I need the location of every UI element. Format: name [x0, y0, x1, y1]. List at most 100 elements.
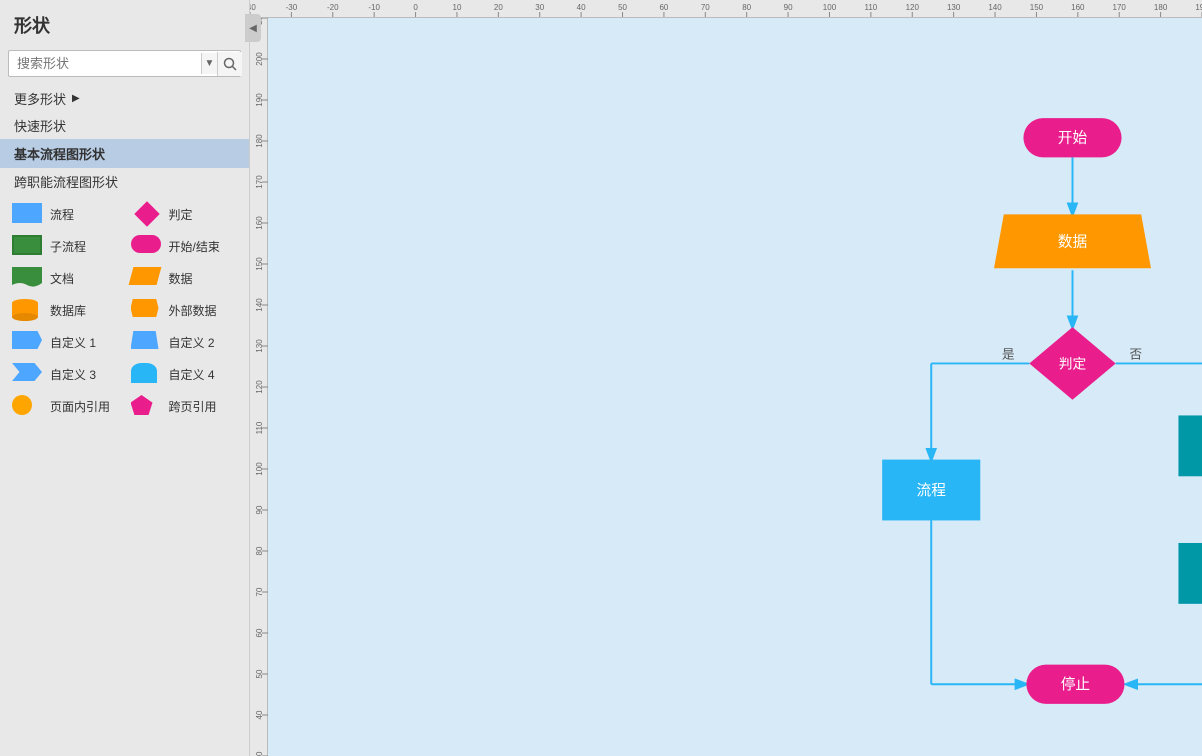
quick-shapes-section[interactable]: 快速形状 — [0, 112, 249, 139]
svg-text:130: 130 — [255, 339, 264, 353]
shape-item-custom4[interactable]: 自定义 4 — [127, 361, 242, 387]
database-shape — [12, 299, 38, 321]
decision-shape — [134, 201, 159, 226]
node-start-label: 开始 — [1058, 130, 1088, 147]
basic-flowchart-section[interactable]: 基本流程图形状 — [0, 139, 249, 168]
shape-item-decision[interactable]: 判定 — [127, 201, 242, 227]
svg-text:40: 40 — [577, 3, 586, 12]
page-ref-shape-icon — [12, 395, 44, 417]
svg-text:40: 40 — [255, 710, 264, 719]
shape-item-page-ref[interactable]: 页面内引用 — [8, 393, 123, 419]
svg-text:-30: -30 — [286, 3, 298, 12]
shape-item-document[interactable]: 文档 — [8, 265, 123, 291]
page-ref-shape — [12, 395, 32, 415]
shape-item-custom3[interactable]: 自定义 3 — [8, 361, 123, 387]
search-button[interactable] — [217, 52, 242, 76]
cross-functional-label: 跨职能流程图形状 — [14, 175, 118, 190]
no-label: 否 — [1129, 347, 1142, 362]
document-shape — [12, 267, 42, 289]
custom4-shape — [131, 363, 157, 383]
decision-shape-icon — [131, 203, 163, 225]
search-icon — [223, 57, 237, 71]
sidebar-title: 形状 — [0, 0, 249, 46]
custom4-label: 自定义 4 — [169, 366, 215, 383]
svg-text:110: 110 — [255, 421, 264, 434]
shape-item-external-data[interactable]: 外部数据 — [127, 297, 242, 323]
decision-label: 判定 — [169, 206, 193, 223]
svg-text:180: 180 — [1154, 3, 1168, 12]
svg-text:90: 90 — [255, 505, 264, 514]
quick-shapes-label: 快速形状 — [14, 119, 66, 134]
ruler-left-svg: 2102001901801701601501401301201101009080… — [250, 18, 268, 756]
startstop-shape-icon — [131, 235, 163, 257]
subprocess-shape — [12, 235, 42, 255]
svg-text:200: 200 — [255, 52, 264, 66]
canvas-content[interactable]: 是 否 开始 数据 判定 流程 流程 — [268, 18, 1202, 756]
node-data-label: 数据 — [1058, 234, 1088, 251]
node-process2-shape[interactable] — [1178, 415, 1202, 476]
external-data-shape-icon — [131, 299, 163, 321]
process-label: 流程 — [50, 206, 74, 223]
custom1-label: 自定义 1 — [50, 334, 96, 351]
svg-text:80: 80 — [255, 546, 264, 555]
svg-text:50: 50 — [255, 669, 264, 678]
shape-item-cross-page-ref[interactable]: 跨页引用 — [127, 393, 242, 419]
more-shapes-arrow: ▶ — [72, 93, 80, 104]
process-shape-icon — [12, 203, 44, 225]
process-shape — [12, 203, 42, 223]
custom1-shape-icon — [12, 331, 44, 353]
cross-page-ref-label: 跨页引用 — [169, 398, 217, 415]
custom3-shape — [12, 363, 42, 381]
shape-item-startstop[interactable]: 开始/结束 — [127, 233, 242, 259]
custom2-shape-icon — [131, 331, 163, 353]
custom3-label: 自定义 3 — [50, 366, 96, 383]
svg-text:170: 170 — [255, 175, 264, 189]
canvas-area: // Rendered inline via template -40-30-2… — [250, 0, 1202, 756]
svg-text:80: 80 — [742, 3, 751, 12]
document-label: 文档 — [50, 270, 74, 287]
custom2-label: 自定义 2 — [169, 334, 215, 351]
data-shape — [128, 267, 161, 285]
startstop-label: 开始/结束 — [169, 238, 220, 255]
custom1-shape — [12, 331, 42, 349]
custom4-shape-icon — [131, 363, 163, 385]
svg-text:160: 160 — [255, 216, 264, 230]
svg-text:140: 140 — [988, 3, 1002, 12]
ruler-left: 2102001901801701601501401301201101009080… — [250, 18, 268, 756]
yes-label: 是 — [1002, 347, 1015, 362]
subprocess-shape-icon — [12, 235, 44, 257]
svg-text:20: 20 — [494, 3, 503, 12]
shape-item-database[interactable]: 数据库 — [8, 297, 123, 323]
ruler-top-inner: // Rendered inline via template -40-30-2… — [250, 0, 1202, 17]
subprocess-label: 子流程 — [50, 238, 86, 255]
svg-text:180: 180 — [255, 134, 264, 148]
search-input[interactable] — [9, 51, 201, 76]
shape-item-process[interactable]: 流程 — [8, 201, 123, 227]
database-label: 数据库 — [50, 302, 86, 319]
more-shapes-label: 更多形状 — [14, 89, 66, 108]
external-data-shape — [131, 299, 159, 317]
more-shapes-item[interactable]: 更多形状 ▶ — [0, 85, 249, 112]
sidebar: 形状 ▼ 更多形状 ▶ 快速形状 基本流程图形状 跨职能 — [0, 0, 250, 756]
page-ref-label: 页面内引用 — [50, 398, 110, 415]
cross-functional-section[interactable]: 跨职能流程图形状 — [0, 168, 249, 195]
shape-item-data[interactable]: 数据 — [127, 265, 242, 291]
shape-item-custom1[interactable]: 自定义 1 — [8, 329, 123, 355]
cross-page-ref-shape-icon — [131, 395, 163, 417]
svg-text:100: 100 — [255, 462, 264, 476]
svg-text:-10: -10 — [368, 3, 380, 12]
svg-text:170: 170 — [1113, 3, 1127, 12]
node-process1-label: 流程 — [917, 482, 947, 499]
node-process3-shape[interactable] — [1178, 543, 1202, 604]
external-data-label: 外部数据 — [169, 302, 217, 319]
startstop-shape — [131, 235, 161, 253]
shape-item-custom2[interactable]: 自定义 2 — [127, 329, 242, 355]
node-decision-label: 判定 — [1059, 356, 1087, 371]
basic-flowchart-label: 基本流程图形状 — [14, 147, 105, 162]
sidebar-collapse-arrow[interactable]: ◀ — [245, 14, 261, 42]
svg-text:150: 150 — [1030, 3, 1044, 12]
svg-text:-40: -40 — [250, 3, 256, 12]
search-dropdown-arrow[interactable]: ▼ — [201, 53, 217, 74]
shape-item-subprocess[interactable]: 子流程 — [8, 233, 123, 259]
svg-text:120: 120 — [255, 380, 264, 394]
